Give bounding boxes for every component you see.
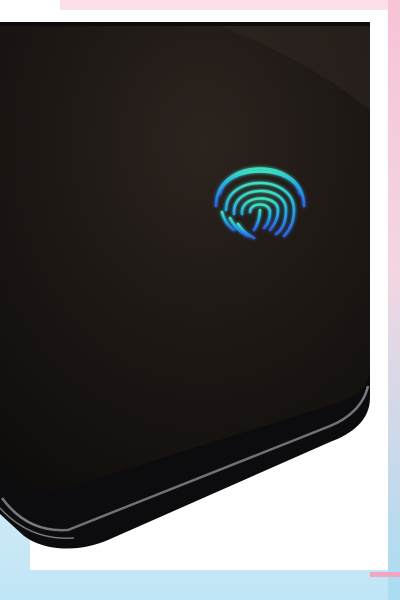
- photo-scene: [0, 0, 400, 600]
- frame-accent-bottom: [370, 572, 400, 577]
- frame-stripe-right: [388, 0, 400, 600]
- photo-canvas: [0, 0, 400, 600]
